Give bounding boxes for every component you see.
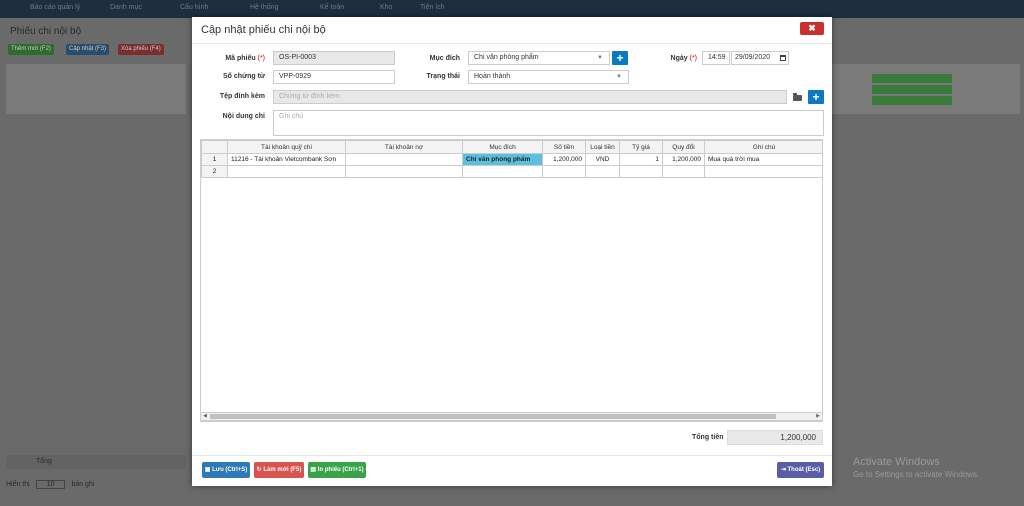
ma-phieu-field[interactable]: OS-PI-0003 [273,51,395,65]
cell-ty-gia[interactable]: 1 [619,153,663,166]
trang-thai-label: Trạng thái [426,73,460,80]
cell-tai-khoan-quy-chi[interactable] [227,165,346,178]
menu-item[interactable]: Kho [380,4,392,11]
total-label: Tổng tiền [692,434,724,441]
menu-item[interactable]: Hệ thống [250,4,278,11]
table-row: 1 11216 - Tài khoản Vietcombank Sơn Chi … [201,153,822,166]
background-pager: Hiển thị 10 bản ghi [6,480,95,489]
grid-header[interactable]: Tỷ giá [619,140,663,154]
horizontal-scrollbar[interactable]: ◀ ▶ [200,412,823,421]
scrollbar-thumb[interactable] [210,414,776,419]
grid-header[interactable]: Loại tiền [585,140,620,154]
cell-muc-dich[interactable]: Chi văn phòng phẩm [462,153,543,166]
muc-dich-label: Mục đích [429,55,460,62]
grid-header[interactable]: Tài khoản nợ [345,140,463,154]
menu-item[interactable]: Báo cáo quản lý [30,4,80,11]
background-add-button[interactable]: Thêm mới (F2) [8,44,54,55]
grid-header[interactable]: Mục đích [462,140,543,154]
add-muc-dich-button[interactable]: + [612,51,628,65]
cell-loai-tien[interactable] [585,165,620,178]
cell-so-tien[interactable]: 1,200,000 [542,153,586,166]
background-total-row: Tổng [6,455,186,469]
grid-header[interactable]: Tài khoản quỹ chi [227,140,346,154]
noi-dung-chi-label: Nội dung chi [222,113,265,120]
save-button[interactable]: ▣ Lưu (Ctrl+S) [202,462,250,478]
refresh-button[interactable]: ↻ Làm mới (F5) [254,462,304,478]
grid-header[interactable]: Quy đổi [662,140,705,154]
cell-quy-doi[interactable] [662,165,705,178]
cell-ghi-chu[interactable] [704,165,822,178]
print-button[interactable]: ▤ In phiếu (Ctrl+1) [308,462,366,478]
expense-grid: Tài khoản quỹ chi Tài khoản nợ Mục đích … [200,139,823,422]
ngay-label: Ngày (*) [670,55,697,62]
folder-icon[interactable] [793,93,802,101]
background-delete-button[interactable]: Xóa phiếu (F4) [118,44,164,55]
calendar-icon[interactable] [780,55,786,61]
ma-phieu-label: Mã phiếu (*) [225,55,265,62]
background-table [6,64,186,114]
plus-icon: + [616,51,624,65]
activate-windows-watermark: Activate Windows Go to Settings to activ… [853,456,980,479]
update-expense-modal: Cập nhật phiếu chi nội bộ ✖ Mã phiếu (*)… [192,17,832,486]
cell-tai-khoan-no[interactable] [345,153,463,166]
exit-icon: ⇥ [780,467,788,473]
so-chung-tu-field[interactable]: VPP-0929 [273,70,395,84]
background-page-title: Phiếu chi nội bộ [10,26,82,37]
tep-dinh-kem-field[interactable]: Chứng từ đính kèm [273,90,787,104]
cell-muc-dich[interactable] [462,165,543,178]
cell-ghi-chu[interactable]: Mua quà trời mua [704,153,822,166]
modal-header: Cập nhật phiếu chi nội bộ ✖ [192,17,832,44]
plus-icon: + [812,90,820,104]
close-x-icon: ✖ [808,23,816,33]
cell-so-tien[interactable] [542,165,586,178]
row-number: 1 [201,153,228,166]
grid-header[interactable]: Ghi chú [704,140,822,154]
exit-button[interactable]: ⇥ Thoát (Esc) [777,462,824,478]
arrow-left-icon[interactable]: ◀ [203,413,207,419]
menu-item[interactable]: Danh mục [110,4,142,11]
cell-loai-tien[interactable]: VND [585,153,620,166]
menu-item[interactable]: Tiện ích [420,4,445,11]
chevron-down-icon: ▼ [597,55,603,61]
chevron-down-icon: ▼ [616,74,622,80]
date-field[interactable]: 29/09/2020 [731,51,789,65]
so-chung-tu-label: Số chứng từ [222,73,265,80]
grid-header[interactable]: Số tiền [542,140,586,154]
modal-title: Cập nhật phiếu chi nội bộ [201,24,326,36]
background-table-right [830,64,1020,114]
background-update-button[interactable]: Cập nhật (F3) [66,44,110,55]
table-row: 2 [201,165,822,178]
time-field[interactable]: 14:59 [702,51,730,65]
cell-tai-khoan-no[interactable] [345,165,463,178]
save-icon: ▣ [204,467,213,473]
print-icon: ▤ [310,467,318,473]
modal-footer-divider [192,455,832,456]
noi-dung-chi-textarea[interactable]: Ghi chú [273,110,824,136]
trang-thai-select[interactable]: Hoàn thành ▼ [468,70,629,84]
grid-header [201,140,228,154]
menu-item[interactable]: Cấu hình [180,4,208,11]
tep-dinh-kem-label: Tệp đính kèm [219,93,265,100]
total-value: 1,200,000 [727,430,823,445]
menu-item[interactable]: Kế toán [320,4,344,11]
cell-quy-doi[interactable]: 1,200,000 [662,153,705,166]
grid-header-row: Tài khoản quỹ chi Tài khoản nợ Mục đích … [201,140,822,154]
cell-ty-gia[interactable] [619,165,663,178]
top-navbar: Báo cáo quản lý Danh mục Cấu hình Hệ thố… [0,0,1024,18]
arrow-right-icon[interactable]: ▶ [816,413,820,419]
add-attachment-button[interactable]: + [808,90,824,104]
muc-dich-select[interactable]: Chi văn phòng phẩm ▼ [468,51,610,65]
row-number: 2 [201,165,228,178]
close-button[interactable]: ✖ [800,22,824,35]
cell-tai-khoan-quy-chi[interactable]: 11216 - Tài khoản Vietcombank Sơn [227,153,346,166]
